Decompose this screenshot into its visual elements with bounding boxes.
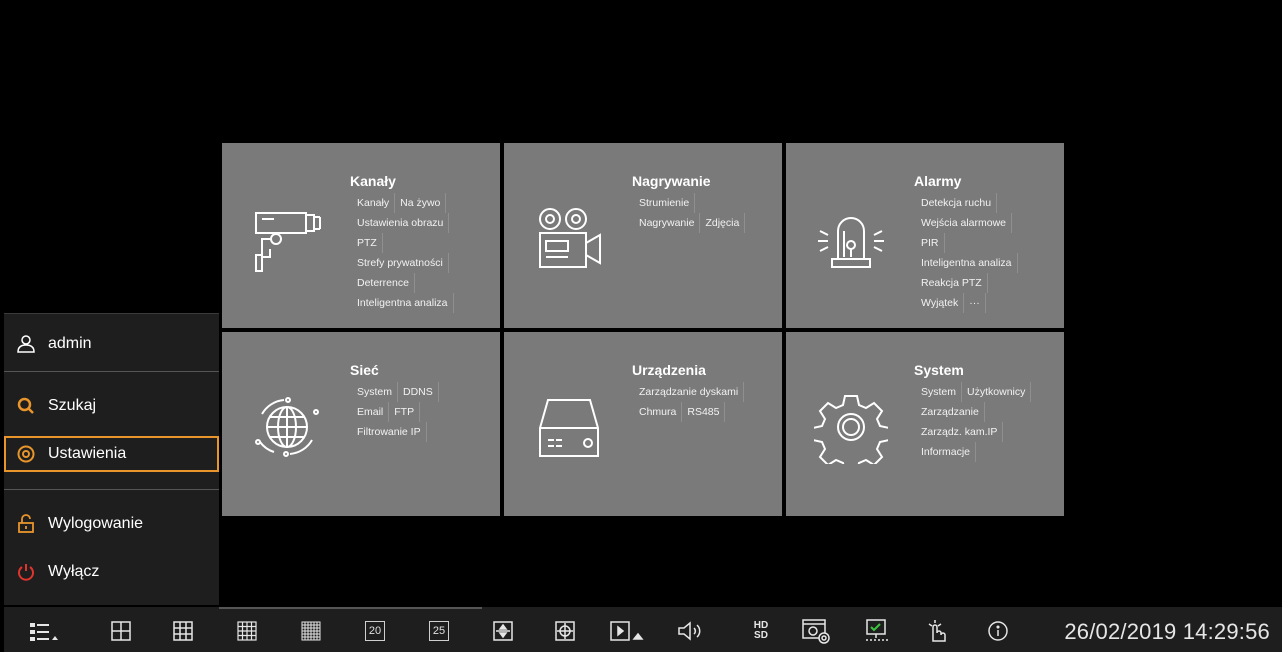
unlock-icon — [16, 514, 36, 534]
tile-network[interactable]: Sieć System DDNS Email FTP Filtrowanie IP — [222, 332, 500, 516]
logout-item[interactable]: Wylogowanie — [4, 506, 219, 542]
hdd-device-icon — [539, 399, 599, 457]
split-16-icon[interactable] — [236, 619, 258, 643]
side-menu: admin Szukaj Ustawienia Wylogowanie Wyłą… — [4, 313, 219, 605]
search-item[interactable]: Szukaj — [4, 388, 219, 424]
link-rs485[interactable]: RS485 — [687, 402, 726, 422]
link-ptz-response[interactable]: Reakcja PTZ — [921, 273, 988, 293]
link-management[interactable]: Zarządzanie — [921, 402, 985, 422]
tile-title: Urządzenia — [632, 362, 706, 378]
info-icon[interactable] — [986, 619, 1010, 643]
playback-icon[interactable] — [610, 619, 646, 643]
tile-title: Nagrywanie — [632, 173, 711, 189]
link-users[interactable]: Użytkownicy — [967, 382, 1032, 402]
globe-network-icon — [255, 397, 319, 457]
link-system[interactable]: System — [357, 382, 399, 402]
settings-label: Ustawienia — [48, 445, 127, 462]
tile-title: Alarmy — [914, 173, 962, 189]
split-4-icon[interactable] — [110, 619, 132, 643]
settings-item[interactable]: Ustawienia — [4, 436, 219, 472]
user-icon — [16, 334, 36, 354]
link-more[interactable]: ··· — [969, 293, 986, 313]
link-motion-detection[interactable]: Detekcja ruchu — [921, 193, 998, 213]
link-pir[interactable]: PIR — [921, 233, 945, 253]
touch-hand-icon[interactable] — [924, 619, 948, 643]
tile-title: System — [914, 362, 964, 378]
tile-alarms[interactable]: Alarmy Detekcja ruchu Wejścia alarmowe P… — [786, 143, 1064, 328]
link-image-settings[interactable]: Ustawienia obrazu — [357, 213, 450, 233]
settings-icon — [16, 444, 36, 464]
link-deterrence[interactable]: Deterrence — [357, 273, 415, 293]
link-recording[interactable]: Nagrywanie — [639, 213, 701, 233]
ptz-target-icon[interactable] — [554, 619, 576, 643]
link-ptz[interactable]: PTZ — [357, 233, 383, 253]
logout-label: Wylogowanie — [48, 515, 144, 532]
link-live[interactable]: Na żywo — [400, 193, 447, 213]
gear-icon — [814, 395, 888, 464]
split-20-button[interactable]: 20 — [364, 619, 386, 643]
link-ip-camera-management[interactable]: Zarządz. kam.IP — [921, 422, 1004, 442]
link-snapshots[interactable]: Zdjęcia — [705, 213, 746, 233]
search-label: Szukaj — [48, 397, 97, 414]
film-camera-icon — [539, 208, 601, 268]
link-exception[interactable]: Wyjątek — [921, 293, 965, 313]
user-name: admin — [48, 335, 92, 352]
menu-divider — [4, 489, 219, 490]
link-information[interactable]: Informacje — [921, 442, 977, 462]
link-privacy-zones[interactable]: Strefy prywatności — [357, 253, 449, 273]
link-disk-management[interactable]: Zarządzanie dyskami — [639, 382, 745, 402]
shutdown-item[interactable]: Wyłącz — [4, 554, 219, 590]
link-streams[interactable]: Strumienie — [639, 193, 696, 213]
link-ddns[interactable]: DDNS — [403, 382, 439, 402]
menu-divider — [4, 371, 219, 372]
network-status-icon[interactable] — [864, 619, 890, 643]
link-email[interactable]: Email — [357, 402, 390, 422]
volume-icon[interactable] — [676, 619, 706, 643]
link-alarm-inputs[interactable]: Wejścia alarmowe — [921, 213, 1012, 233]
menu-list-icon[interactable] — [28, 619, 60, 643]
tile-recording[interactable]: Nagrywanie Strumienie Nagrywanie Zdjęcia — [504, 143, 782, 328]
split-9-icon[interactable] — [172, 619, 194, 643]
split-25-button[interactable]: 25 — [428, 619, 450, 643]
user-item[interactable]: admin — [4, 326, 219, 362]
link-channels[interactable]: Kanały — [357, 193, 396, 213]
toolbar-divider — [219, 607, 482, 609]
tile-title: Kanały — [350, 173, 396, 189]
record-settings-icon[interactable] — [800, 619, 832, 644]
hd-sd-toggle[interactable]: HD SD — [744, 619, 778, 643]
shutdown-label: Wyłącz — [48, 563, 100, 580]
tile-channels[interactable]: Kanały Kanały Na żywo Ustawienia obrazu P… — [222, 143, 500, 328]
link-ip-filter[interactable]: Filtrowanie IP — [357, 422, 427, 442]
link-ftp[interactable]: FTP — [394, 402, 421, 422]
link-smart-analysis[interactable]: Inteligentna analiza — [357, 293, 454, 313]
tile-title: Sieć — [350, 362, 379, 378]
sequence-icon[interactable] — [492, 619, 514, 643]
search-icon — [16, 396, 36, 416]
split-25-label: 25 — [429, 621, 449, 641]
link-smart-analysis[interactable]: Inteligentna analiza — [921, 253, 1018, 273]
bottom-toolbar: 20 25 HD SD 26/02/2019 14:29:56 — [4, 607, 1282, 652]
link-system[interactable]: System — [921, 382, 963, 402]
camera-icon — [255, 212, 321, 272]
split-20-label: 20 — [365, 621, 385, 641]
power-icon — [16, 562, 36, 582]
tile-devices[interactable]: Urządzenia Zarządzanie dyskami Chmura RS4… — [504, 332, 782, 516]
tile-system[interactable]: System System Użytkownicy Zarządzanie Zar… — [786, 332, 1064, 516]
link-cloud[interactable]: Chmura — [639, 402, 683, 422]
sd-label: SD — [754, 630, 768, 641]
alarm-light-icon — [818, 217, 884, 268]
split-36-icon[interactable] — [300, 619, 322, 643]
date-time: 26/02/2019 14:29:56 — [1064, 619, 1270, 644]
